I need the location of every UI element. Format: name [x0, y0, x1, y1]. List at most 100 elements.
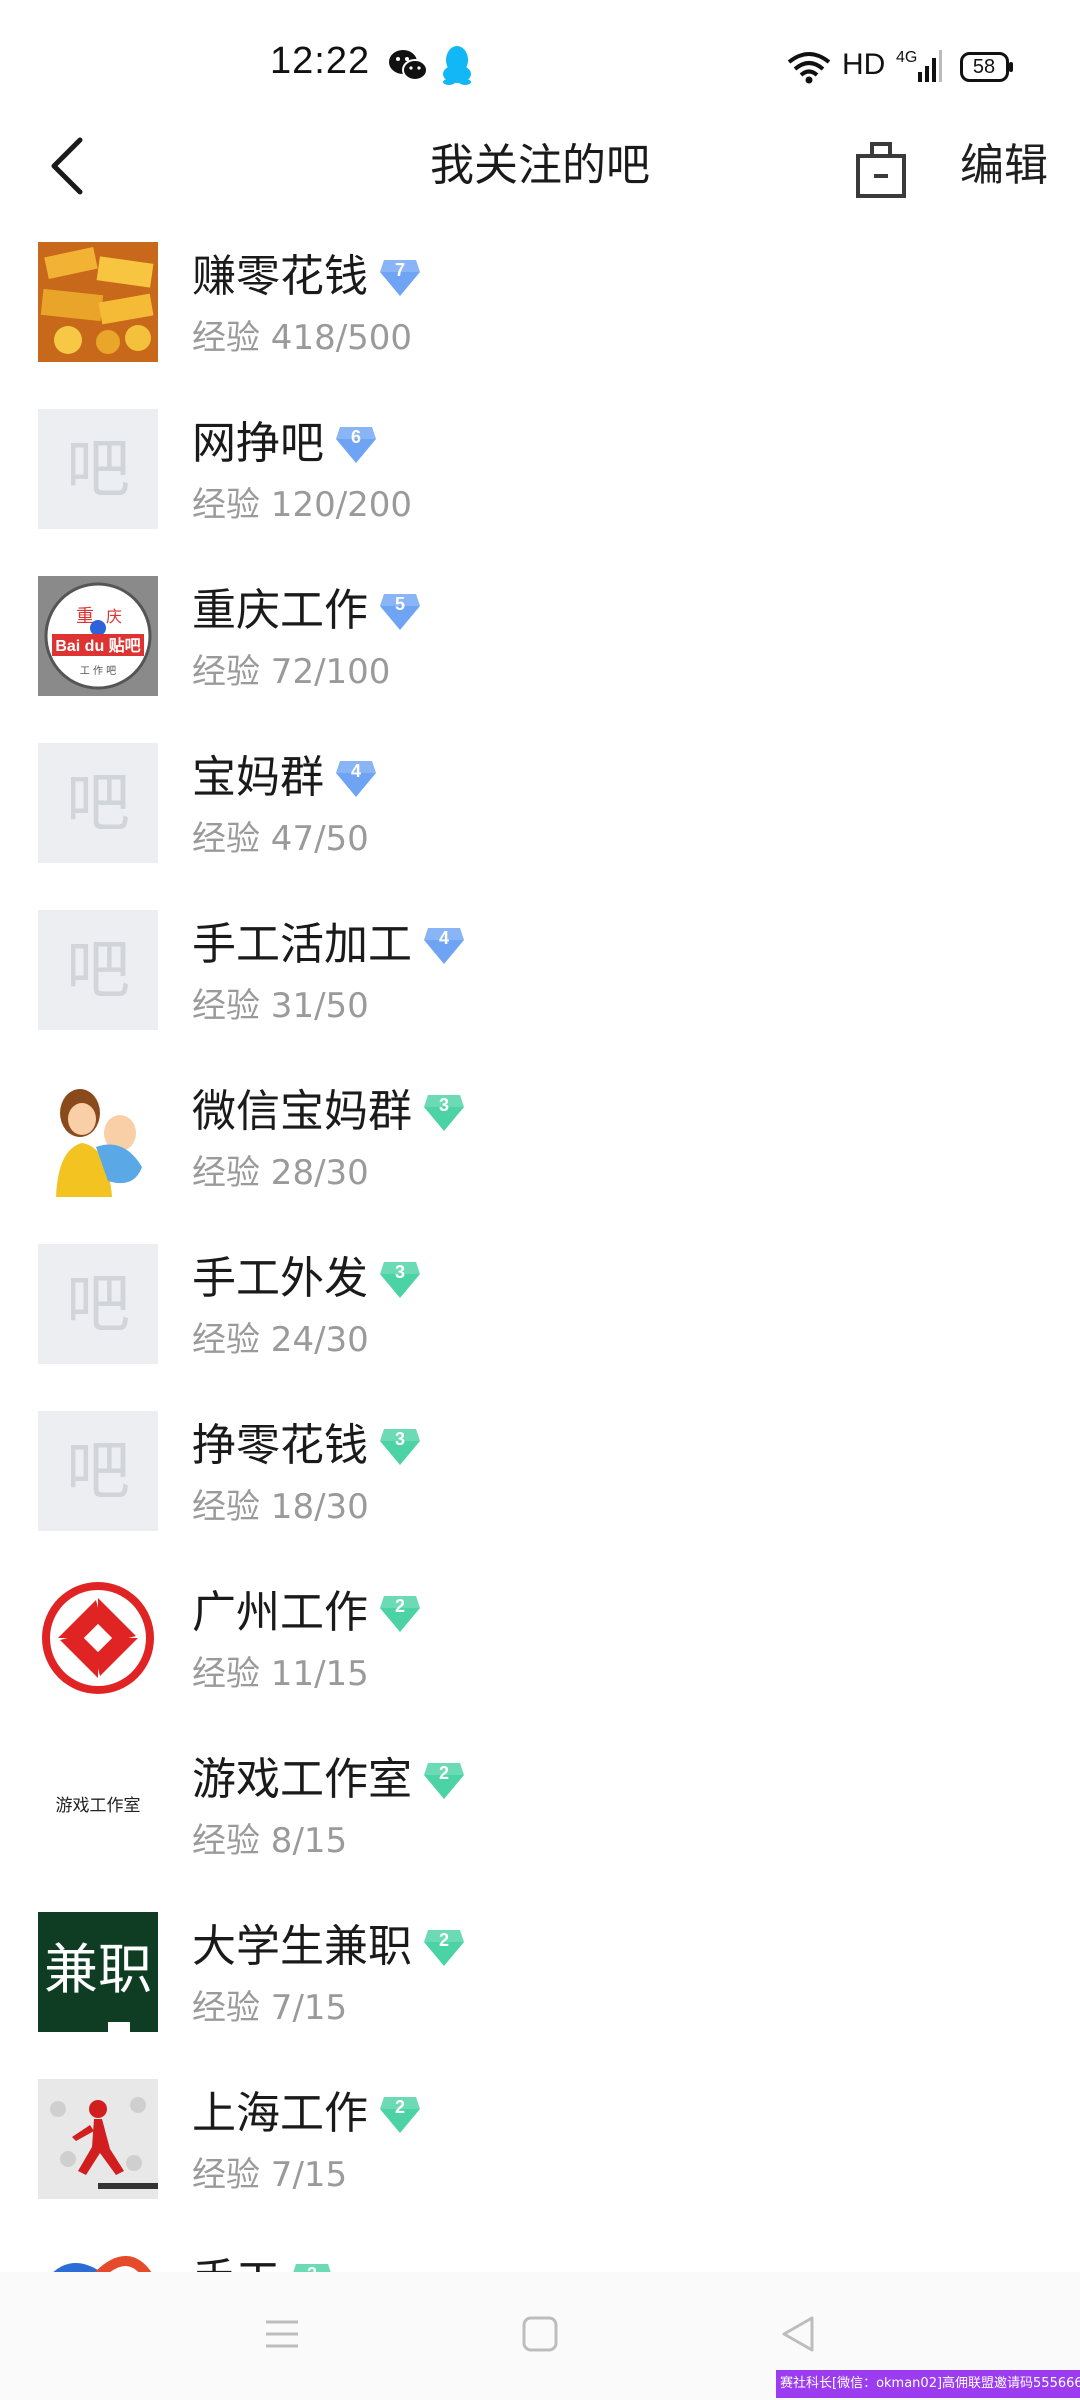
watermark: 赛社科长[微信：okman02]高佣联盟邀请码555666: [776, 2370, 1080, 2398]
forum-experience: 经验 18/30: [192, 1487, 369, 1527]
level-number: 3: [394, 1429, 405, 1449]
level-badge-icon: 7: [378, 254, 422, 300]
level-badge-icon: 2: [422, 1757, 466, 1803]
forum-name: 广州工作: [192, 1587, 368, 1638]
forum-name: 手工外发: [192, 1253, 368, 1304]
forum-name: 大学生兼职: [192, 1921, 412, 1972]
svg-text:吧: 吧: [66, 1268, 130, 1342]
qq-icon: [443, 46, 471, 85]
home-icon[interactable]: [516, 2310, 564, 2358]
level-number: 2: [438, 1930, 449, 1950]
status-time: 12:22: [270, 40, 371, 82]
followed-forums-list: 赚零花钱 7 经验 418/500 吧网挣吧 6 经验 120/200 重庆 Bai du 贴…: [0, 232, 1080, 2272]
forum-experience: 经验 418/500: [192, 318, 413, 358]
battery-level: 58: [972, 56, 996, 78]
forum-experience: 经验 11/15: [192, 1654, 369, 1694]
forum-item[interactable]: 游戏工作室 游戏工作室 2 经验 8/15: [0, 1735, 1080, 1902]
level-badge-icon: 3: [378, 1423, 422, 1469]
forum-experience: 经验 28/30: [192, 1153, 369, 1193]
signal-icon: 4G: [896, 49, 942, 82]
svg-text:兼职: 兼职: [44, 1938, 152, 2001]
forum-experience: 经验 47/50: [192, 819, 369, 859]
wechat-icon: [389, 50, 428, 81]
forum-item[interactable]: 吧 网挣吧 6 经验 120/200: [0, 399, 1080, 566]
level-number: 6: [350, 427, 361, 447]
forum-avatar: [38, 1077, 158, 1197]
level-number: 2: [438, 1763, 449, 1783]
level-badge-icon: 3: [422, 1089, 466, 1135]
svg-text:4G: 4G: [896, 49, 917, 66]
forum-experience: 经验 7/15: [192, 2155, 348, 2195]
level-badge-icon: 2: [290, 2258, 334, 2272]
level-badge-icon: 3: [378, 1256, 422, 1302]
forum-item[interactable]: 广州工作 2 经验 11/15: [0, 1568, 1080, 1735]
forum-experience: 经验 7/15: [192, 1988, 348, 2028]
shopping-bag-icon: [856, 142, 906, 198]
level-badge-icon: 5: [378, 588, 422, 634]
edit-button[interactable]: 编辑: [960, 130, 1048, 202]
forum-experience: 经验 8/15: [192, 1821, 348, 1861]
forum-name: 手工: [192, 2252, 280, 2272]
svg-text:吧: 吧: [66, 934, 130, 1008]
forum-experience: 经验 120/200: [192, 485, 413, 525]
forum-avatar: 吧: [38, 1244, 158, 1364]
forum-avatar: [38, 242, 158, 362]
hd-label: HD: [842, 48, 886, 81]
svg-text:庆: 庆: [106, 607, 122, 626]
forum-item[interactable]: 吧 手工活加工 4 经验 31/50: [0, 900, 1080, 1067]
level-badge-icon: 2: [378, 1590, 422, 1636]
forum-item[interactable]: 吧 手工外发 3 经验 24/30: [0, 1234, 1080, 1401]
svg-text:吧: 吧: [66, 767, 130, 841]
forum-experience: 经验 24/30: [192, 1320, 369, 1360]
forum-experience: 经验 31/50: [192, 986, 369, 1026]
forum-item[interactable]: 上海工作 2 经验 7/15: [0, 2069, 1080, 2236]
forum-item[interactable]: 吧 挣零花钱 3 经验 18/30: [0, 1401, 1080, 1568]
forum-item[interactable]: 兼职 大学生兼职 2 经验 7/15: [0, 1902, 1080, 2069]
svg-text:吧: 吧: [66, 1435, 130, 1509]
forum-name: 挣零花钱: [192, 1420, 368, 1471]
level-number: 3: [438, 1095, 449, 1115]
forum-name: 赚零花钱: [192, 251, 368, 302]
level-number: 3: [394, 1262, 405, 1282]
level-number: 4: [438, 928, 449, 948]
level-number: 2: [394, 2097, 405, 2117]
forum-avatar: [38, 2246, 158, 2272]
forum-item[interactable]: 重庆 Bai du 贴吧工 作 吧重庆工作 5 经验 72/100: [0, 566, 1080, 733]
forum-item[interactable]: 手工 2: [0, 2236, 1080, 2272]
level-badge-icon: 4: [422, 922, 466, 968]
level-badge-icon: 6: [334, 421, 378, 467]
forum-item[interactable]: 赚零花钱 7 经验 418/500: [0, 232, 1080, 399]
forum-item[interactable]: 吧 宝妈群 4 经验 47/50: [0, 733, 1080, 900]
forum-avatar: 吧: [38, 1411, 158, 1531]
forum-avatar: 重庆 Bai du 贴吧工 作 吧: [38, 576, 158, 696]
level-badge-icon: 2: [378, 2091, 422, 2137]
forum-experience: 经验 72/100: [192, 652, 391, 692]
forum-avatar: 吧: [38, 910, 158, 1030]
header: 我关注的吧 编辑: [0, 110, 1080, 228]
forum-avatar: 兼职: [38, 1912, 158, 2032]
level-number: 4: [350, 761, 361, 781]
bag-button[interactable]: [852, 126, 912, 206]
forum-name: 宝妈群: [192, 752, 324, 803]
forum-name: 网挣吧: [192, 418, 324, 469]
level-number: 5: [394, 594, 405, 614]
forum-name: 微信宝妈群: [192, 1086, 412, 1137]
back-triangle-icon[interactable]: [774, 2310, 822, 2358]
forum-avatar: 吧: [38, 409, 158, 529]
level-number: 7: [394, 260, 405, 280]
forum-avatar: [38, 2079, 158, 2199]
forum-name: 游戏工作室: [192, 1754, 412, 1805]
wifi-icon: [787, 52, 831, 84]
forum-item[interactable]: 微信宝妈群 3 经验 28/30: [0, 1067, 1080, 1234]
menu-icon[interactable]: [258, 2310, 306, 2358]
forum-name: 上海工作: [192, 2088, 368, 2139]
svg-text:工 作 吧: 工 作 吧: [80, 665, 116, 677]
level-badge-icon: 2: [422, 1924, 466, 1970]
forum-name: 重庆工作: [192, 585, 368, 636]
forum-name: 手工活加工: [192, 919, 412, 970]
level-number: 2: [394, 1596, 405, 1616]
forum-avatar: 吧: [38, 743, 158, 863]
svg-text:Bai du 贴吧: Bai du 贴吧: [55, 636, 140, 655]
page-title: 我关注的吧: [430, 140, 650, 191]
level-badge-icon: 4: [334, 755, 378, 801]
